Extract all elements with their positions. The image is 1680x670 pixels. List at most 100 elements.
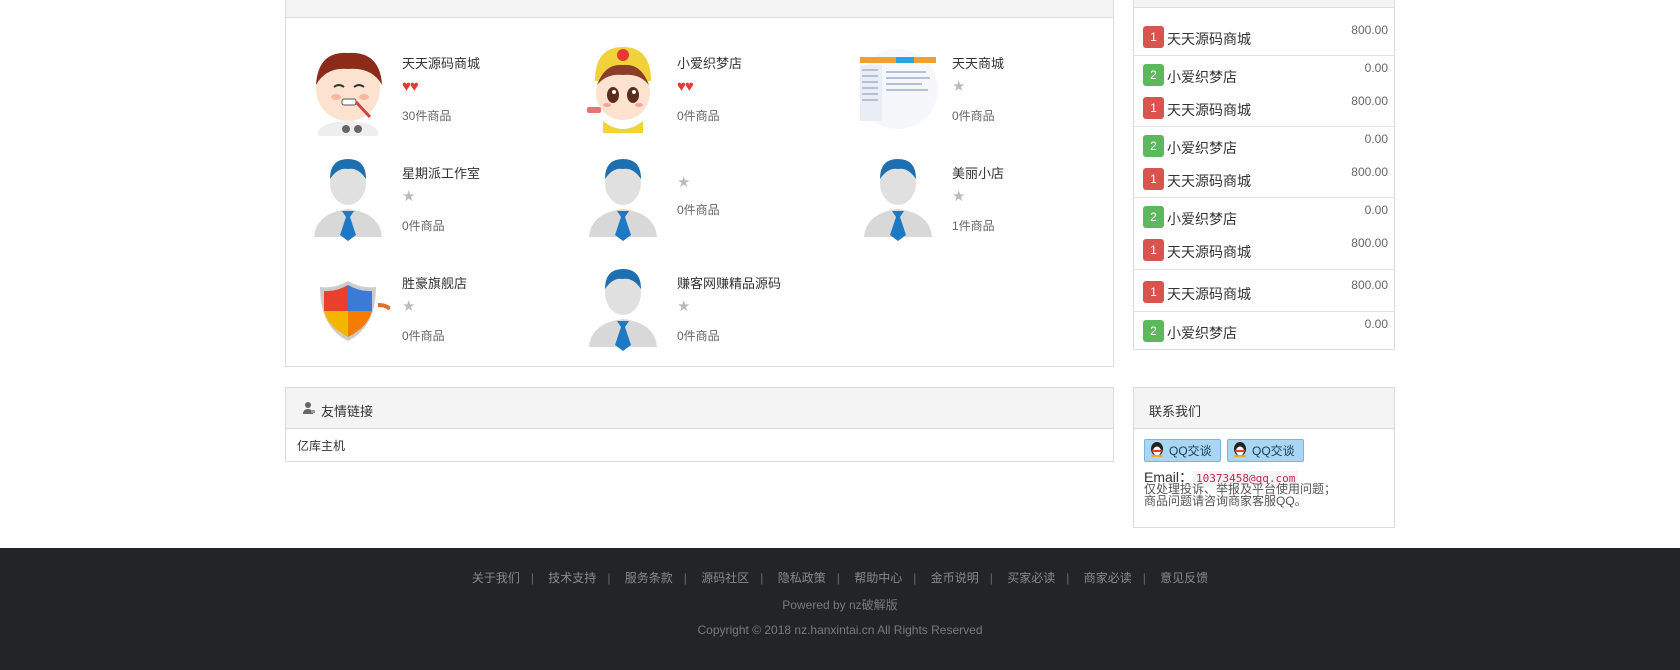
- default-user-avatar-icon[interactable]: [581, 151, 665, 246]
- ranking-shop-name[interactable]: 天天源码商城: [1167, 100, 1251, 120]
- ranking-shop-name[interactable]: 天天源码商城: [1167, 284, 1251, 304]
- ranking-item[interactable]: 2 小爱织梦店 0.00: [1143, 203, 1388, 230]
- footer: 关于我们 | 技术支持 | 服务条款 | 源码社区 | 隐私政策 | 帮助中心 | 金币说明…: [0, 548, 1680, 670]
- footer-link-buyer-guide[interactable]: 买家必读: [1007, 571, 1055, 585]
- friend-link[interactable]: 亿库主机: [297, 437, 345, 454]
- footer-link-seller-guide[interactable]: 商家必读: [1084, 571, 1132, 585]
- friend-links-title: 友情链接: [321, 404, 374, 419]
- shop-product-count: 0件商品: [677, 329, 720, 343]
- star-rating-icon: ★: [677, 174, 691, 191]
- shop-product-count: 0件商品: [677, 109, 720, 123]
- star-rating-icon: ★: [402, 298, 416, 315]
- qq-penguin-icon: [1232, 441, 1248, 460]
- shop-name[interactable]: 赚客网赚精品源码: [677, 273, 781, 292]
- shop-name[interactable]: 美丽小店: [952, 163, 1004, 182]
- shop-name[interactable]: 小爱织梦店: [677, 53, 742, 72]
- ranking-value: 0.00: [1364, 132, 1388, 146]
- shops-panel: 天天源码商城 ♥♥ 30件商品 小爱织梦店 ♥♥ 0件商品 天天商城 ★ 0件商…: [285, 0, 1114, 367]
- star-rating-icon: ★: [952, 188, 966, 205]
- footer-link-about[interactable]: 关于我们: [472, 571, 520, 585]
- divider: [1134, 311, 1394, 312]
- ranking-item[interactable]: 1 天天源码商城 800.00: [1143, 278, 1388, 305]
- friend-links-header: 友情链接: [286, 388, 1113, 429]
- ranking-value: 800.00: [1351, 278, 1388, 292]
- ranking-shop-name[interactable]: 小爱织梦店: [1167, 67, 1237, 87]
- divider: [1134, 197, 1394, 198]
- ranking-shop-name[interactable]: 天天源码商城: [1167, 242, 1251, 262]
- default-user-avatar-icon[interactable]: [581, 261, 665, 356]
- rank-badge: 1: [1143, 239, 1164, 261]
- separator: |: [530, 571, 534, 585]
- star-rating-icon: ★: [952, 78, 966, 95]
- ranking-shop-name[interactable]: 小爱织梦店: [1167, 209, 1237, 229]
- separator: |: [1142, 571, 1146, 585]
- separator: |: [607, 571, 611, 585]
- shop-card[interactable]: 赚客网赚精品源码 ★ 0件商品: [561, 261, 821, 361]
- footer-link-terms[interactable]: 服务条款: [625, 571, 673, 585]
- footer-link-community[interactable]: 源码社区: [701, 571, 749, 585]
- ranking-item[interactable]: 1 天天源码商城 800.00: [1143, 165, 1388, 192]
- ranking-item[interactable]: 2 小爱织梦店 0.00: [1143, 317, 1388, 344]
- ranking-item[interactable]: 1 天天源码商城 800.00: [1143, 236, 1388, 263]
- boy-avatar-icon[interactable]: [306, 41, 390, 136]
- ranking-shop-name[interactable]: 天天源码商城: [1167, 29, 1251, 49]
- friend-links-panel: 友情链接 亿库主机: [285, 387, 1114, 462]
- divider: [1134, 269, 1394, 270]
- shops-panel-header: [286, 0, 1113, 18]
- ranking-item[interactable]: 1 天天源码商城 800.00: [1143, 23, 1388, 50]
- contact-notice: 仅处理投诉、举报及平台使用问题； 商品问题请咨询商家客服QQ。: [1144, 483, 1384, 507]
- ranking-value: 800.00: [1351, 165, 1388, 179]
- default-user-avatar-icon[interactable]: [306, 151, 390, 246]
- shop-name[interactable]: 天天源码商城: [402, 53, 480, 72]
- girl-avatar-icon[interactable]: [581, 41, 665, 136]
- heart-rating-icon: ♥♥: [677, 78, 694, 95]
- shop-name[interactable]: 胜豪旗舰店: [402, 273, 467, 292]
- shop-card[interactable]: 小爱织梦店 ♥♥ 0件商品: [561, 41, 821, 141]
- qq-chat-button[interactable]: QQ交谈: [1144, 439, 1221, 462]
- footer-link-support[interactable]: 技术支持: [548, 571, 596, 585]
- shop-card[interactable]: 胜豪旗舰店 ★ 0件商品: [286, 261, 546, 361]
- shop-card[interactable]: 美丽小店 ★ 1件商品: [836, 151, 1096, 251]
- footer-link-feedback[interactable]: 意见反馈: [1160, 571, 1208, 585]
- separator: |: [760, 571, 764, 585]
- footer-link-privacy[interactable]: 隐私政策: [778, 571, 826, 585]
- screenshot-thumbnail-icon[interactable]: [856, 41, 940, 136]
- ranking-shop-name[interactable]: 天天源码商城: [1167, 171, 1251, 191]
- heart-rating-icon: ♥♥: [402, 78, 419, 95]
- contact-panel: 联系我们 QQ交谈 QQ交谈 Email： 10373458@qq.com 仅处…: [1133, 387, 1395, 528]
- rank-badge: 1: [1143, 26, 1164, 48]
- qq-penguin-icon: [1149, 441, 1165, 460]
- shop-name[interactable]: 星期派工作室: [402, 163, 480, 182]
- qq-chat-button[interactable]: QQ交谈: [1227, 439, 1304, 462]
- rank-badge: 2: [1143, 64, 1164, 86]
- ranking-value: 800.00: [1351, 236, 1388, 250]
- default-user-avatar-icon[interactable]: [856, 151, 940, 246]
- ranking-item[interactable]: 2 小爱织梦店 0.00: [1143, 132, 1388, 159]
- shield-logo-icon[interactable]: [306, 261, 390, 356]
- qq-chat-label: QQ交谈: [1252, 444, 1295, 458]
- shop-card[interactable]: ★ 0件商品: [561, 151, 821, 251]
- shop-product-count: 0件商品: [402, 329, 445, 343]
- rank-badge: 1: [1143, 97, 1164, 119]
- shop-product-count: 0件商品: [402, 219, 445, 233]
- ranking-item[interactable]: 2 小爱织梦店 0.00: [1143, 61, 1388, 88]
- footer-link-coins[interactable]: 金币说明: [931, 571, 979, 585]
- ranking-value: 800.00: [1351, 23, 1388, 37]
- separator: |: [836, 571, 840, 585]
- contact-header: 联系我们: [1134, 388, 1394, 429]
- shop-product-count: 0件商品: [677, 203, 720, 217]
- ranking-item[interactable]: 1 天天源码商城 800.00: [1143, 94, 1388, 121]
- ranking-shop-name[interactable]: 小爱织梦店: [1167, 138, 1237, 158]
- rank-badge: 1: [1143, 168, 1164, 190]
- footer-link-help[interactable]: 帮助中心: [854, 571, 902, 585]
- shop-card[interactable]: 星期派工作室 ★ 0件商品: [286, 151, 546, 251]
- ranking-value: 0.00: [1364, 317, 1388, 331]
- ranking-value: 800.00: [1351, 94, 1388, 108]
- shop-card[interactable]: 天天源码商城 ♥♥ 30件商品: [286, 41, 546, 141]
- shop-product-count: 30件商品: [402, 109, 452, 123]
- separator: |: [683, 571, 687, 585]
- shop-card[interactable]: 天天商城 ★ 0件商品: [836, 41, 1096, 141]
- qq-chat-label: QQ交谈: [1169, 444, 1212, 458]
- ranking-shop-name[interactable]: 小爱织梦店: [1167, 323, 1237, 343]
- shop-name[interactable]: 天天商城: [952, 53, 1004, 72]
